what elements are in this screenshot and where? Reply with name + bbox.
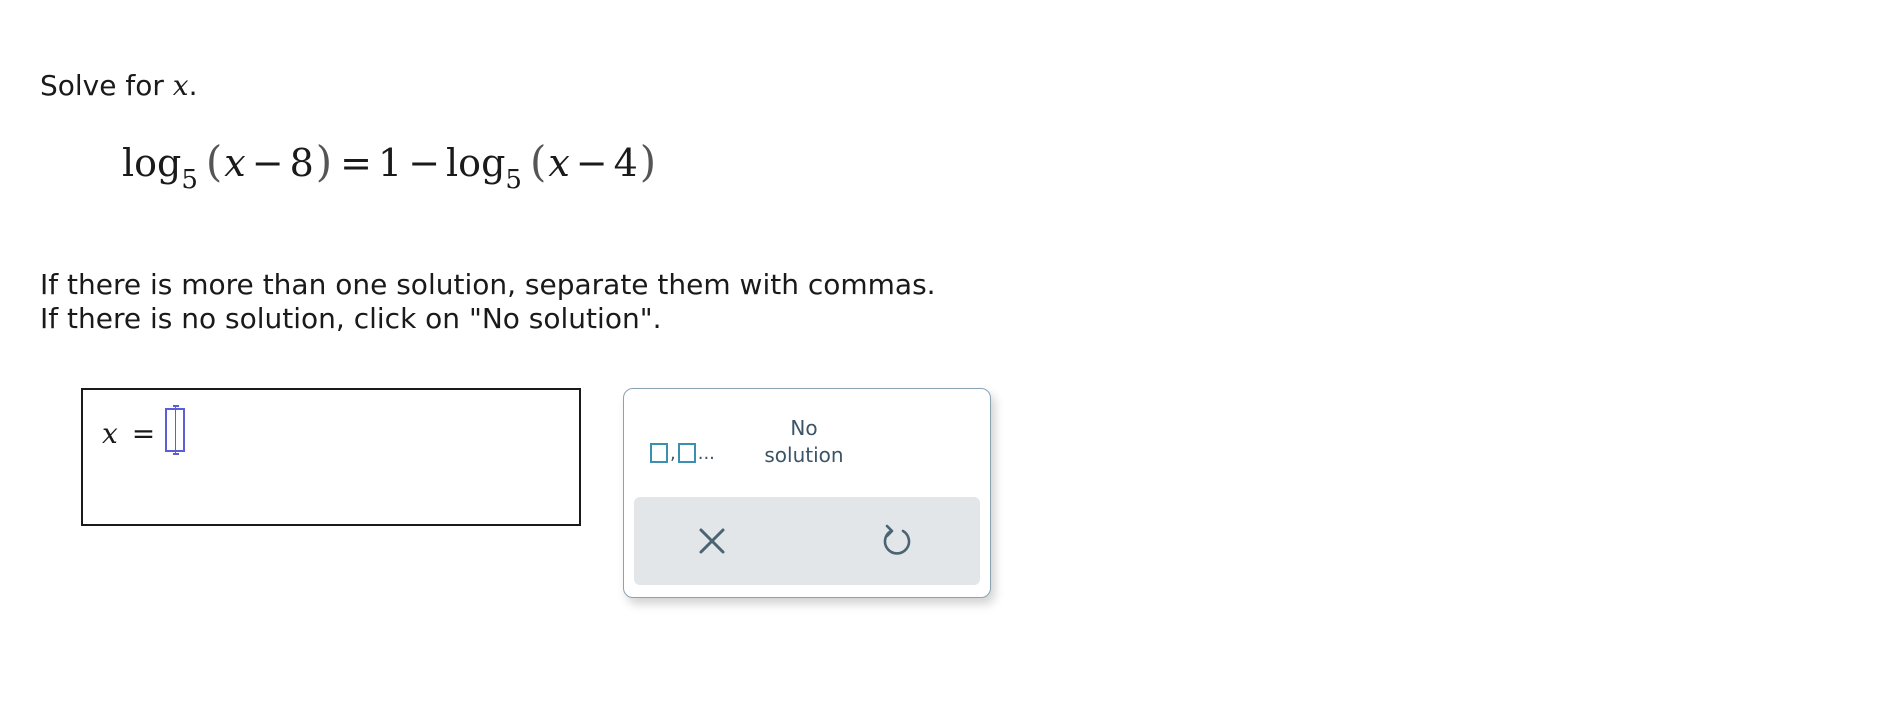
rhs-log: log xyxy=(446,141,506,185)
rhs-arg-number: 4 xyxy=(613,141,638,185)
text-cursor xyxy=(175,406,176,454)
lhs-log: log xyxy=(122,141,182,185)
rhs-arg-operator: − xyxy=(575,141,608,185)
rhs-open-paren: ( xyxy=(529,137,547,186)
close-icon xyxy=(699,528,725,554)
lhs-log-base: 5 xyxy=(181,165,198,195)
list-comma: , xyxy=(670,443,676,464)
rhs-close-paren: ) xyxy=(639,137,657,186)
equals-sign: = xyxy=(340,141,372,185)
lhs-close-paren: ) xyxy=(315,137,333,186)
list-ellipsis: ... xyxy=(697,443,715,464)
placeholder-box-icon xyxy=(650,443,668,463)
no-solution-label-line1: No xyxy=(790,416,818,440)
answer-keypad: , ... No solution xyxy=(623,388,991,598)
question-prompt: Solve for x. xyxy=(40,68,197,104)
lhs-open-paren: ( xyxy=(205,137,223,186)
clear-button[interactable] xyxy=(696,525,728,557)
lhs-arg-operator: − xyxy=(251,141,284,185)
answer-variable: x xyxy=(102,417,118,450)
list-template-button[interactable]: , ... xyxy=(650,429,724,463)
answer-label: x = xyxy=(102,416,169,452)
prompt-text: Solve for xyxy=(40,69,173,102)
undo-icon xyxy=(883,524,911,555)
answer-equals: = xyxy=(131,417,156,450)
instruction-multiple-solutions: If there is more than one solution, sepa… xyxy=(40,268,936,301)
lhs-arg-variable: x xyxy=(224,141,246,185)
no-solution-button[interactable]: No solution xyxy=(754,415,854,469)
answer-input-box[interactable]: x = xyxy=(81,388,581,526)
instructions: If there is more than one solution, sepa… xyxy=(40,268,936,336)
rhs-log-base: 5 xyxy=(505,165,522,195)
prompt-variable: x xyxy=(172,69,189,102)
undo-button[interactable] xyxy=(879,523,915,559)
rhs-constant: 1 xyxy=(378,141,403,185)
keypad-action-bar xyxy=(634,497,980,585)
prompt-period: . xyxy=(188,69,198,102)
rhs-operator: − xyxy=(408,141,441,185)
rhs-arg-variable: x xyxy=(548,141,570,185)
instruction-no-solution: If there is no solution, click on "No so… xyxy=(40,302,662,335)
placeholder-box-icon xyxy=(677,443,696,463)
log-equation: log 5 ( x − 8 ) = 1 − log 5 ( x − 4 ) xyxy=(122,137,658,196)
answer-entry-slot[interactable] xyxy=(165,405,185,455)
no-solution-label-line2: solution xyxy=(764,443,844,467)
lhs-arg-number: 8 xyxy=(289,141,314,185)
